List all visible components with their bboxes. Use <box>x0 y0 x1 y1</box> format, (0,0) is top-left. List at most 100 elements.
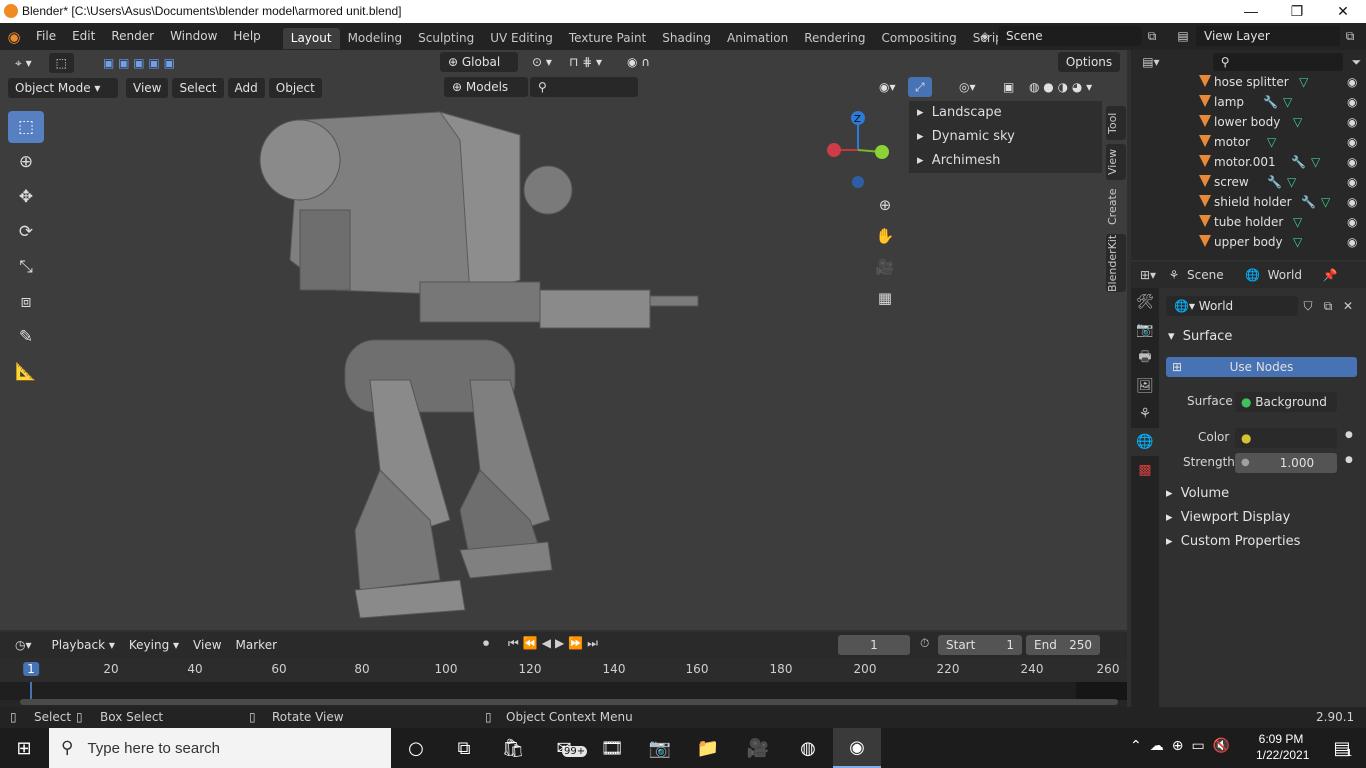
surface-shader-select[interactable]: ● Background <box>1235 392 1337 412</box>
view-layer-icon[interactable]: ▤ <box>1170 29 1196 43</box>
camera-view-icon[interactable]: 🎥 <box>872 254 898 280</box>
menu-help[interactable]: Help <box>225 23 268 50</box>
snapping-icon[interactable]: ⊓ ⋕ ▾ <box>562 52 609 72</box>
xray-icon[interactable]: ▣ <box>996 77 1021 97</box>
eye-icon[interactable]: ◉ <box>1347 92 1357 112</box>
rotate-tool-icon[interactable]: ⟳ <box>8 216 44 248</box>
tab-compositing[interactable]: Compositing <box>873 28 964 49</box>
start-frame-field[interactable]: Start 1 <box>938 635 1022 655</box>
camera-app-icon[interactable]: 📷 <box>636 728 684 768</box>
menu-render[interactable]: Render <box>103 23 162 50</box>
current-frame-field[interactable]: 1 <box>838 635 910 655</box>
select-tool-icon[interactable]: ⬚ <box>48 52 74 73</box>
collection-filter-select[interactable]: ⊕ Models <box>444 77 528 97</box>
outliner-filter-icon[interactable]: ⏷ <box>1347 55 1366 70</box>
use-nodes-button[interactable]: ⊞ Use Nodes <box>1166 357 1357 377</box>
sidebar-tab-create[interactable]: Create <box>1106 184 1126 230</box>
panel-dynamic-sky[interactable]: ▸ Dynamic sky <box>909 125 1102 149</box>
record-icon[interactable]: ⏺ <box>483 636 489 651</box>
pin-icon[interactable]: 📌 <box>1320 268 1340 282</box>
custom-properties-panel-header[interactable]: ▸ Custom Properties <box>1166 534 1300 549</box>
texture-tab-icon[interactable]: ▩ <box>1131 456 1159 484</box>
keyframe-dot-icon[interactable]: ● <box>1345 430 1353 440</box>
output-tab-icon[interactable]: 🖶 <box>1131 344 1159 372</box>
notification-center-icon[interactable]: ▤ 1 <box>1318 728 1366 768</box>
eye-icon[interactable]: ◉ <box>1347 172 1357 192</box>
volume-mute-icon[interactable]: 🔇 <box>1213 738 1230 754</box>
outliner-row[interactable]: lamp 🔧 ▽ ◉ <box>1131 92 1366 112</box>
overlays-icon[interactable]: ◎▾ <box>952 77 983 97</box>
taskbar-search-box[interactable]: ⚲ Type here to search <box>49 728 391 768</box>
media-player-icon[interactable]: 🎞 <box>588 728 636 768</box>
timeline-playback-menu[interactable]: Playback ▾ <box>45 635 122 655</box>
zoom-icon[interactable]: ⊕ <box>872 192 898 218</box>
orthographic-grid-icon[interactable]: ▦ <box>872 285 898 311</box>
keyframe-dot-icon[interactable]: ● <box>1345 455 1353 465</box>
cursor-tool-icon[interactable]: ⊕ <box>8 146 44 178</box>
panel-landscape[interactable]: ▸ Landscape <box>909 101 1102 125</box>
view-layer-new-icon[interactable]: ⧉ <box>1340 29 1360 44</box>
world-name-field[interactable]: 🌐▾ World <box>1166 296 1298 316</box>
zoom-app-icon[interactable]: 🎥 <box>734 728 782 768</box>
timeline-ruler[interactable]: 1 20 40 60 80 100 120 140 160 180 200 22… <box>0 658 1127 682</box>
outliner-row[interactable]: motor ▽ ◉ <box>1131 132 1366 152</box>
outliner-display-icon[interactable]: ▤▾ <box>1139 55 1163 69</box>
outliner-search-input[interactable]: ⚲ <box>1212 53 1343 71</box>
stopwatch-icon[interactable]: ⏱ <box>920 636 929 651</box>
blender-menu-icon[interactable]: ◉ <box>0 28 28 46</box>
strength-field[interactable]: ● 1.000 <box>1235 453 1337 473</box>
editor-type-icon[interactable]: ⌖ ▾ <box>8 53 39 73</box>
header-view-menu[interactable]: View <box>126 77 169 98</box>
eye-icon[interactable]: ◉ <box>1347 152 1357 172</box>
tool-settings-tab-icon[interactable]: 🛠 <box>1131 288 1159 316</box>
eye-icon[interactable]: ◉ <box>1347 232 1357 252</box>
selection-mode-icons[interactable]: ▣ ▣ ▣ ▣ ▣ <box>96 53 182 73</box>
duplicate-world-icon[interactable]: ⧉ <box>1318 299 1338 314</box>
properties-editor-icon[interactable]: ⊞▾ <box>1131 268 1165 282</box>
maximize-button[interactable]: ❐ <box>1274 0 1320 23</box>
tray-chevron-icon[interactable]: ⌃ <box>1130 738 1142 754</box>
gizmo-toggle-icon[interactable]: ⤢ <box>908 77 932 97</box>
breadcrumb-scene[interactable]: Scene <box>1187 268 1224 282</box>
surface-panel-header[interactable]: ▾ Surface <box>1168 329 1232 344</box>
outliner-row[interactable]: screw 🔧 ▽ ◉ <box>1131 172 1366 192</box>
outliner-row[interactable]: upper body ▽ ◉ <box>1131 232 1366 252</box>
scene-tab-icon[interactable]: ⚘ <box>1131 400 1159 428</box>
sidebar-tab-blenderkit[interactable]: BlenderKit <box>1106 234 1126 292</box>
tab-texture-paint[interactable]: Texture Paint <box>561 28 654 49</box>
annotate-tool-icon[interactable]: ✎ <box>8 321 44 353</box>
timeline-scrollbar[interactable] <box>20 699 1118 705</box>
store-icon[interactable]: 🛍 <box>489 728 537 768</box>
select-box-tool-icon[interactable]: ⬚ <box>8 111 44 143</box>
panel-archimesh[interactable]: ▸ Archimesh <box>909 149 1102 173</box>
view-layer-field[interactable]: View Layer <box>1196 26 1340 46</box>
header-object-menu[interactable]: Object <box>268 77 322 98</box>
outliner-row[interactable]: lower body ▽ ◉ <box>1131 112 1366 132</box>
blender-taskbar-icon[interactable]: ◉ <box>833 728 881 768</box>
viewport-search-input[interactable]: ⚲ <box>530 77 638 97</box>
scene-selector-icon[interactable]: ◈ <box>972 29 998 43</box>
task-view-icon[interactable]: ⧉ <box>440 728 488 768</box>
clock[interactable]: 6:09 PM 1/22/2021 <box>1256 731 1309 763</box>
menu-edit[interactable]: Edit <box>64 23 103 50</box>
network-off-icon[interactable]: ☁ <box>1150 738 1164 754</box>
visibility-icon[interactable]: ◉▾ <box>872 77 903 97</box>
proportional-edit-icon[interactable]: ◉ ∩ <box>620 52 657 72</box>
sidebar-tab-view[interactable]: View <box>1106 144 1126 180</box>
chrome-icon[interactable]: ◍ <box>784 728 832 768</box>
playback-controls-icons[interactable]: ⏮⏪◀▶⏩⏭ <box>508 636 602 651</box>
language-globe-icon[interactable]: ⊕ <box>1172 738 1184 754</box>
move-tool-icon[interactable]: ✥ <box>8 181 44 213</box>
viewport-display-panel-header[interactable]: ▸ Viewport Display <box>1166 510 1290 525</box>
timeline-track[interactable] <box>0 682 1127 700</box>
options-dropdown[interactable]: Options <box>1058 52 1120 72</box>
timeline-view-menu[interactable]: View <box>186 635 228 655</box>
outliner-row[interactable]: shield holder 🔧 ▽ ◉ <box>1131 192 1366 212</box>
windows-start-icon[interactable]: ⊞ <box>0 728 48 768</box>
timeline-keying-menu[interactable]: Keying ▾ <box>122 635 186 655</box>
end-frame-field[interactable]: End 250 <box>1026 635 1100 655</box>
tab-modeling[interactable]: Modeling <box>340 28 411 49</box>
outliner-row[interactable]: tube holder ▽ ◉ <box>1131 212 1366 232</box>
unlink-world-icon[interactable]: ✕ <box>1338 299 1358 313</box>
tab-sculpting[interactable]: Sculpting <box>410 28 482 49</box>
